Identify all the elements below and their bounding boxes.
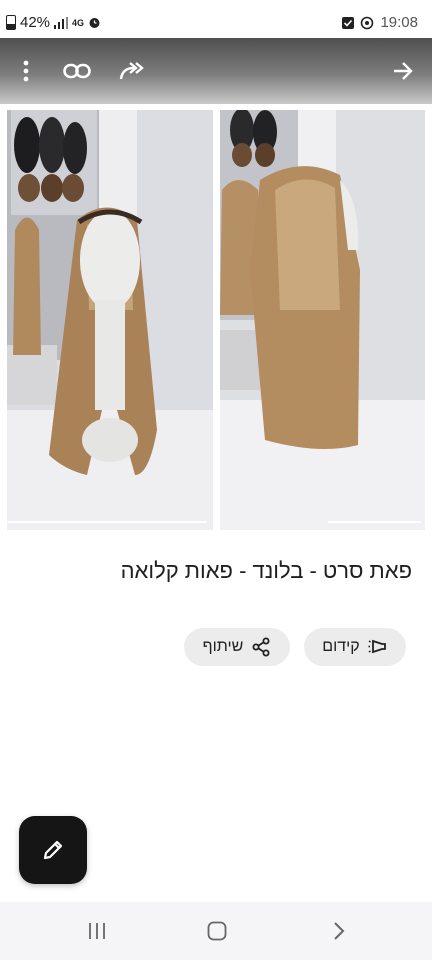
pencil-icon — [43, 840, 63, 860]
home-icon — [207, 921, 227, 941]
home-button[interactable] — [202, 918, 232, 944]
battery-percent: 42% — [20, 14, 51, 31]
arrow-forward-icon — [394, 62, 413, 80]
listing-title: פאת סרט - בלונד - פאות קלואה — [120, 558, 412, 583]
edit-fab-button[interactable] — [19, 816, 87, 884]
forward-all-icon — [119, 62, 144, 80]
chevron-right-icon — [334, 922, 345, 940]
signal-icon — [54, 16, 69, 29]
recent-apps-icon — [89, 923, 105, 939]
recent-apps-button[interactable] — [82, 918, 112, 944]
listing-photo-1[interactable] — [7, 110, 213, 530]
forward-all-button[interactable] — [116, 54, 150, 88]
top-toolbar — [0, 38, 432, 104]
status-left: 42% 4G — [6, 14, 101, 31]
network-type-label: 4G — [72, 17, 85, 28]
system-back-button[interactable] — [324, 918, 354, 944]
listing-photo-2[interactable] — [220, 110, 425, 530]
copy-link-button[interactable] — [60, 54, 94, 88]
promote-button[interactable]: קידום — [304, 628, 406, 666]
share-label: שיתוף — [202, 638, 244, 655]
battery-icon — [6, 15, 16, 30]
photo-gallery[interactable] — [0, 104, 432, 534]
clock: 19:08 — [380, 14, 418, 31]
more-options-button[interactable] — [9, 54, 43, 88]
vpn-icon — [361, 16, 374, 29]
promote-label: קידום — [322, 638, 360, 655]
share-icon — [252, 637, 270, 657]
status-right: 19:08 — [342, 14, 418, 31]
status-bar: 42% 4G 19:08 — [0, 0, 432, 38]
alarm-icon — [89, 18, 100, 28]
megaphone-icon — [368, 639, 386, 654]
more-vert-icon — [23, 60, 29, 82]
link-icon — [63, 63, 91, 79]
system-nav-bar — [0, 902, 432, 960]
share-button[interactable]: שיתוף — [184, 628, 290, 666]
checkbox-notification-icon — [342, 16, 355, 29]
back-button[interactable] — [386, 54, 420, 88]
gallery-indicator-2-active — [328, 521, 421, 523]
gallery-indicator-1 — [7, 521, 207, 523]
